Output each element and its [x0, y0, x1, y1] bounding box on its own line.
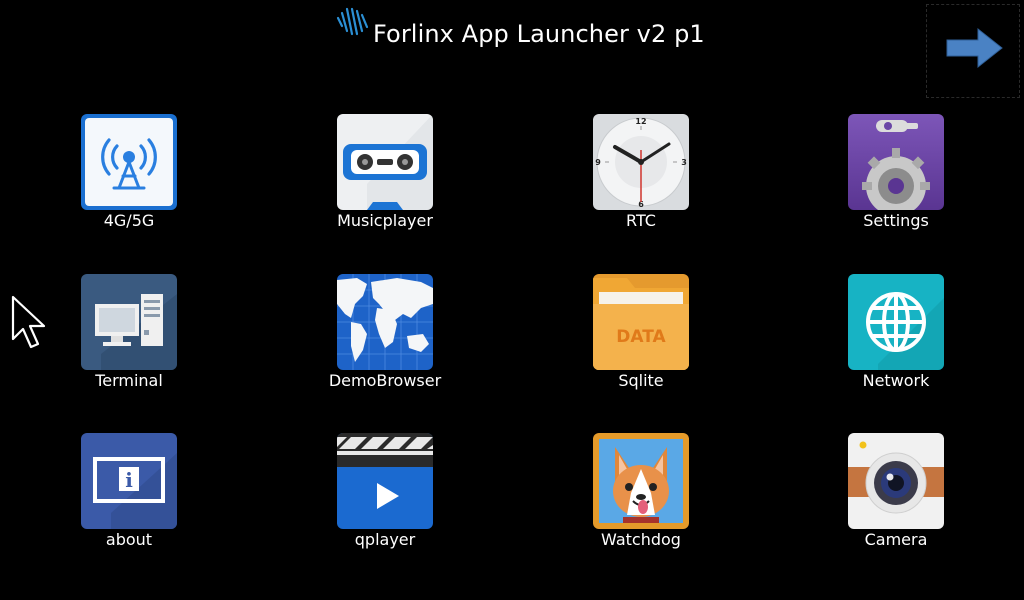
app-label: DemoBrowser [328, 371, 442, 390]
app-about[interactable]: i about [29, 433, 229, 563]
data-label: DATA [616, 327, 666, 347]
app-label: Network [862, 371, 930, 390]
app-label: RTC [626, 211, 656, 230]
app-label: Settings [863, 211, 929, 230]
clock-icon: 12 3 6 9 [593, 114, 689, 210]
app-rtc[interactable]: 12 3 6 9 RTC [541, 114, 741, 244]
page-title: Forlinx App Launcher v2 p1 [373, 20, 705, 48]
app-camera[interactable]: Camera [796, 433, 996, 563]
app-label: 4G/5G [103, 211, 155, 230]
forlinx-logo-icon [333, 5, 373, 37]
arrow-right-icon [946, 27, 1003, 69]
app-musicplayer[interactable]: Musicplayer [285, 114, 485, 244]
app-demobrowser[interactable]: DemoBrowser [285, 274, 485, 404]
next-page-button[interactable] [926, 4, 1020, 98]
mouse-pointer-icon [11, 295, 47, 351]
clock-numeral: 9 [595, 158, 601, 167]
app-label: Camera [864, 530, 928, 549]
data-folder-icon: DATA [593, 274, 689, 370]
world-map-icon [337, 274, 433, 370]
app-settings[interactable]: Settings [796, 114, 996, 244]
clock-numeral: 3 [681, 158, 687, 167]
app-sqlite[interactable]: DATA Sqlite [541, 274, 741, 404]
app-network[interactable]: Network [796, 274, 996, 404]
app-label: about [105, 530, 153, 549]
app-qplayer[interactable]: qplayer [285, 433, 485, 563]
app-label: Sqlite [618, 371, 664, 390]
app-4g5g[interactable]: 4G/5G [29, 114, 229, 244]
gear-wrench-icon [848, 114, 944, 210]
app-label: Watchdog [601, 530, 681, 549]
launcher-screen: Forlinx App Launcher v2 p1 4G/5G Musicpl… [0, 0, 1024, 600]
app-watchdog[interactable]: Watchdog [541, 433, 741, 563]
globe-icon [848, 274, 944, 370]
video-play-icon [337, 433, 433, 529]
app-label: Musicplayer [337, 211, 433, 230]
app-terminal[interactable]: Terminal [29, 274, 229, 404]
computer-terminal-icon [81, 274, 177, 370]
cassette-tape-icon [337, 114, 433, 210]
app-label: qplayer [354, 530, 416, 549]
info-glyph: i [125, 468, 133, 492]
corgi-dog-icon [593, 433, 689, 529]
clock-numeral: 12 [635, 117, 646, 126]
info-icon: i [81, 433, 177, 529]
camera-icon [848, 433, 944, 529]
cellular-tower-icon [81, 114, 177, 210]
app-label: Terminal [95, 371, 163, 390]
